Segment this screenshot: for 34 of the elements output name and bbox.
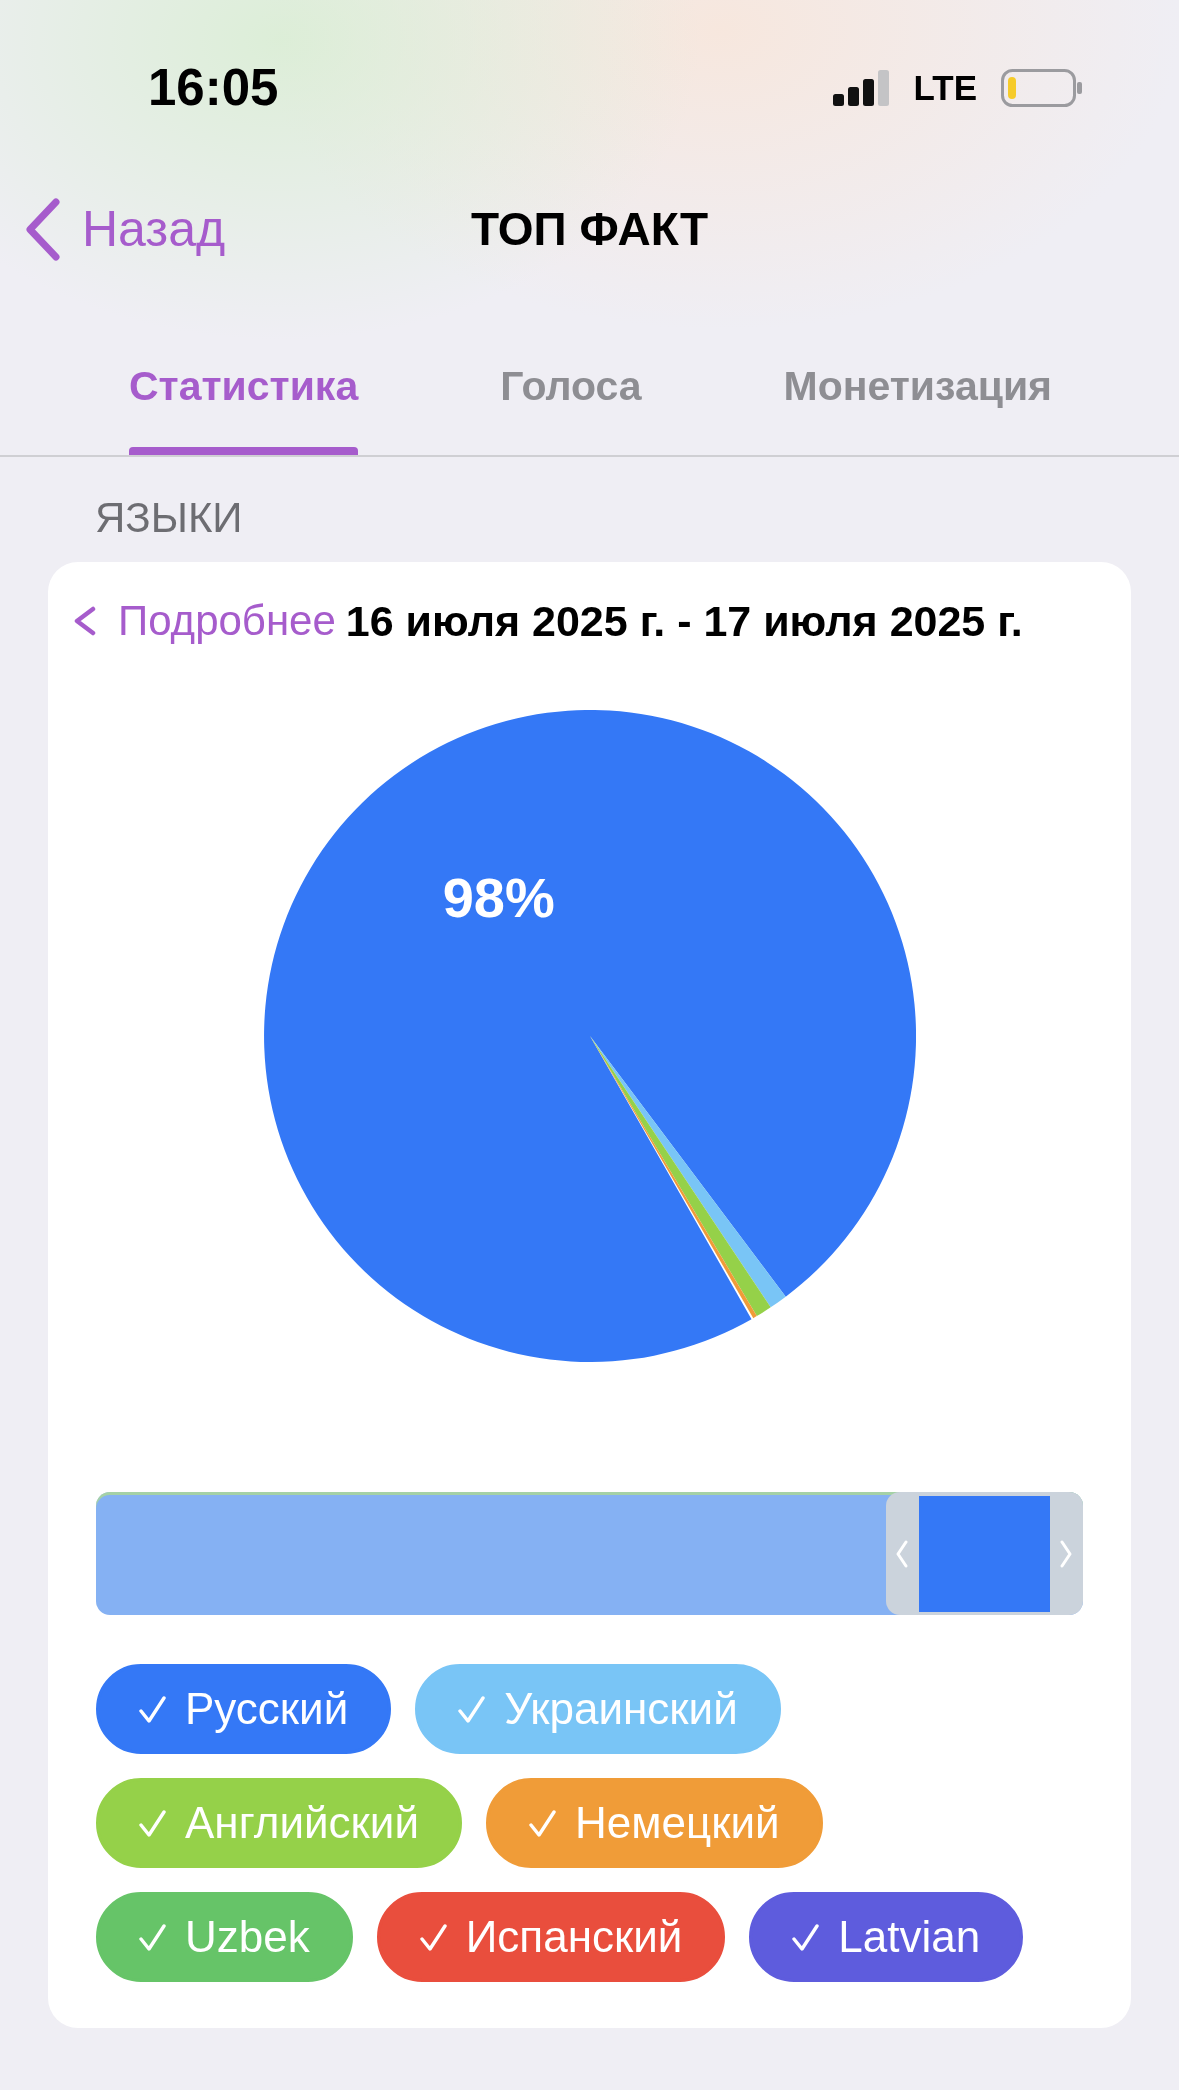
back-button[interactable]: Назад: [25, 197, 226, 261]
tab[interactable]: Монетизация: [783, 361, 1052, 455]
check-icon: [139, 1695, 166, 1723]
tab[interactable]: Статистика: [129, 361, 359, 455]
percent-label: 98%: [442, 865, 555, 929]
check-icon: [528, 1809, 556, 1837]
chevron-left-icon: [896, 1539, 909, 1568]
check-icon: [419, 1923, 447, 1951]
screen-title: ТОП ФАКТ: [470, 202, 709, 257]
section-title: ЯЗЫКИ: [95, 493, 243, 543]
chevron-right-icon: [1060, 1539, 1073, 1568]
language-chip[interactable]: Немецкий: [485, 1778, 823, 1868]
network-type: LTE: [913, 68, 977, 108]
language-chip[interactable]: Uzbek: [96, 1892, 353, 1982]
language-chip[interactable]: Latvian: [749, 1892, 1024, 1982]
language-chip[interactable]: Испанский: [376, 1892, 726, 1982]
range-handle[interactable]: [1050, 1492, 1083, 1615]
date-range: 16 июля 2025 г. - 17 июля 2025 г.: [345, 597, 1023, 645]
tab[interactable]: Голоса: [500, 361, 642, 455]
language-chip[interactable]: Английский: [96, 1778, 462, 1868]
details-link[interactable]: Подробнее: [73, 597, 336, 645]
language-chip[interactable]: Украинский: [415, 1664, 781, 1754]
check-icon: [458, 1695, 486, 1723]
range-track[interactable]: [96, 1492, 1083, 1615]
range-handle[interactable]: [885, 1492, 919, 1615]
chevron-left-icon: [25, 197, 60, 261]
battery-icon: [1001, 69, 1082, 107]
check-icon: [139, 1809, 166, 1837]
check-icon: [792, 1923, 820, 1951]
chevron-left-icon: [73, 606, 96, 636]
status-time: 16:05: [148, 58, 279, 118]
language-chip[interactable]: Русский: [96, 1664, 392, 1754]
signal-icon: [833, 70, 890, 106]
check-icon: [139, 1923, 166, 1951]
